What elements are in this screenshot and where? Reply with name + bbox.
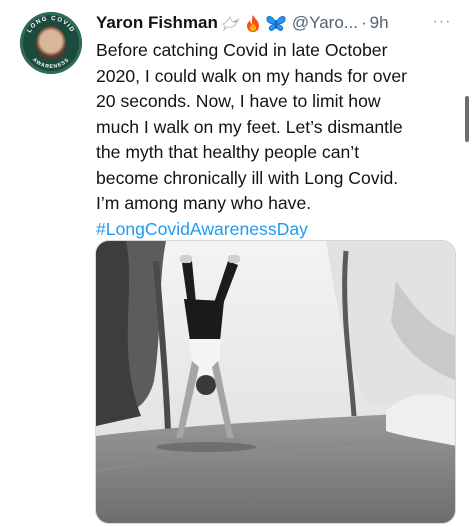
scrollbar[interactable] [465,96,469,142]
avatar-ring-text: LONG COVID AWARENESS [26,15,76,70]
tweet-text: Before catching Covid in late October 20… [96,38,441,242]
tweet-text-line: Before catching Covid in late October [96,40,388,60]
butterfly-icon [265,14,287,33]
fire-icon [244,14,262,33]
avatar-ring-bottom: AWARENESS [31,57,70,70]
tweet-header: Yaron Fishman @Yaro... · 9h [96,12,466,34]
author-handle[interactable]: @Yaro... [292,13,358,33]
avatar[interactable]: LONG COVID AWARENESS [20,12,82,74]
handstand-photo-icon [96,241,455,523]
more-options-icon[interactable]: ··· [431,12,453,32]
tweet-text-line: become chronically ill with Long Covid. [96,167,399,188]
tweet-text-line: the myth that healthy people can’t [96,142,360,162]
separator-dot: · [360,13,367,32]
dove-icon [221,14,241,32]
avatar-ring-top: LONG COVID [26,15,75,34]
tweet-text-line: much I walk on my feet. Let’s dismantle [96,116,403,137]
tweet-photo[interactable] [95,240,456,524]
tweet[interactable]: LONG COVID AWARENESS Yaron Fishman @Yaro… [0,0,474,527]
tweet-time[interactable]: 9h [370,13,389,33]
svg-text:LONG COVID: LONG COVID [26,15,76,34]
svg-text:AWARENESS: AWARENESS [31,57,71,70]
tweet-text-line: 2020, I could walk on my hands for over [96,65,407,86]
author-name[interactable]: Yaron Fishman [96,13,218,33]
tweet-text-line: I’m among many who have. [96,193,312,213]
tweet-text-line: 20 seconds. Now, I have to limit how [96,91,381,111]
hashtag-link[interactable]: #LongCovidAwarenessDay [96,217,441,243]
